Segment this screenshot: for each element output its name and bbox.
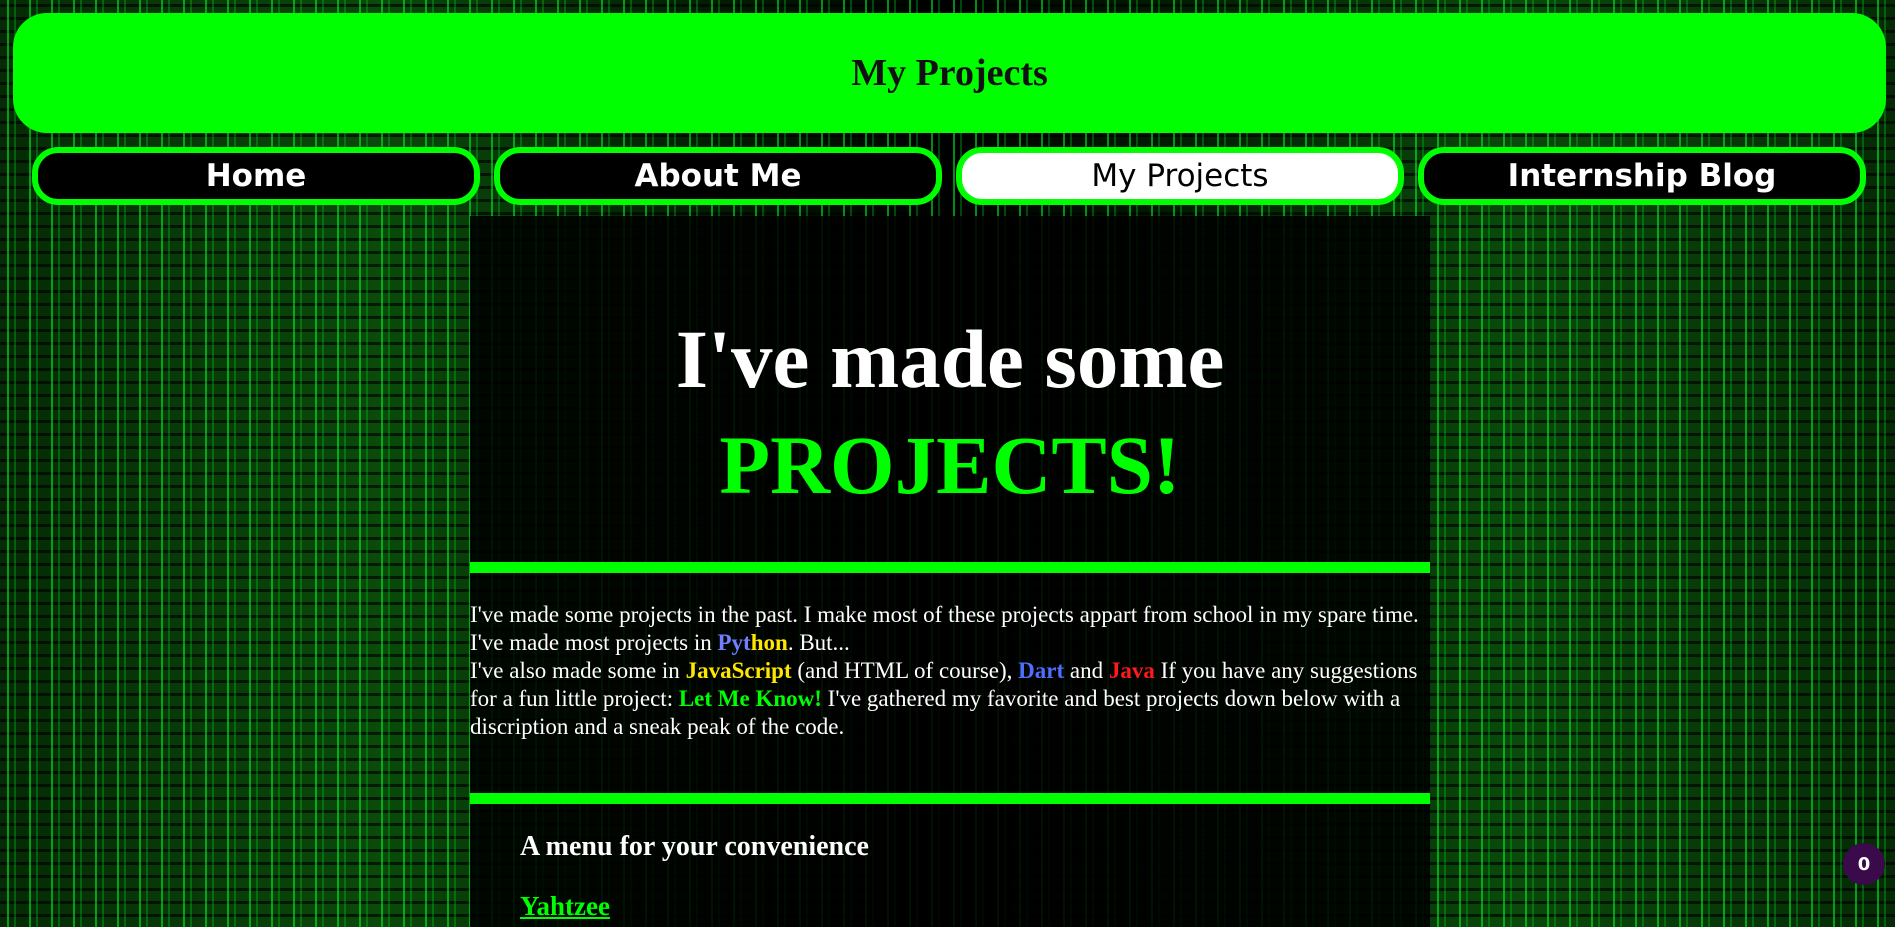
intro-text-fragment: (and HTML of course), — [791, 658, 1019, 683]
intro-text-fragment: and — [1064, 658, 1109, 683]
intro-paragraph-1: I've made some projects in the past. I m… — [470, 602, 1419, 627]
intro-text: I've made some projects in the past. I m… — [470, 601, 1430, 741]
nav-home[interactable]: Home — [32, 147, 480, 205]
divider-bottom — [470, 793, 1430, 804]
hero-line-1: I've made some — [675, 313, 1225, 405]
page-title: My Projects — [851, 52, 1048, 94]
divider-top — [470, 562, 1430, 573]
nav-my-projects[interactable]: My Projects — [956, 147, 1404, 205]
dart-label: Dart — [1018, 658, 1065, 683]
let-me-know-label: Let Me Know! — [678, 686, 822, 711]
main-nav: Home About Me My Projects Internship Blo… — [32, 147, 1871, 205]
intro-paragraph-2: I've made most projects in Python. But..… — [470, 629, 1430, 657]
intro-text-fragment: I've made most projects in — [470, 630, 718, 655]
page-header: My Projects — [13, 13, 1886, 133]
nav-internship-blog[interactable]: Internship Blog — [1418, 147, 1866, 205]
counter-badge[interactable]: 0 — [1843, 843, 1885, 885]
content-panel: I've made some PROJECTS! I've made some … — [470, 216, 1430, 927]
hero-line-2: PROJECTS! — [719, 419, 1181, 511]
java-label: Java — [1108, 658, 1155, 683]
python-label-part-1: Pyt — [717, 630, 751, 655]
hero-heading: I've made some PROJECTS! — [470, 306, 1430, 518]
intro-paragraph-3: I've also made some in JavaScript (and H… — [470, 657, 1430, 741]
menu-link-yahtzee[interactable]: Yahtzee — [520, 891, 610, 922]
intro-text-fragment: . But... — [787, 630, 850, 655]
javascript-label: JavaScript — [685, 658, 792, 683]
menu-heading: A menu for your convenience — [520, 831, 869, 862]
nav-about-me[interactable]: About Me — [494, 147, 942, 205]
intro-text-fragment: I've also made some in — [470, 658, 686, 683]
python-label-part-2: hon — [750, 630, 788, 655]
